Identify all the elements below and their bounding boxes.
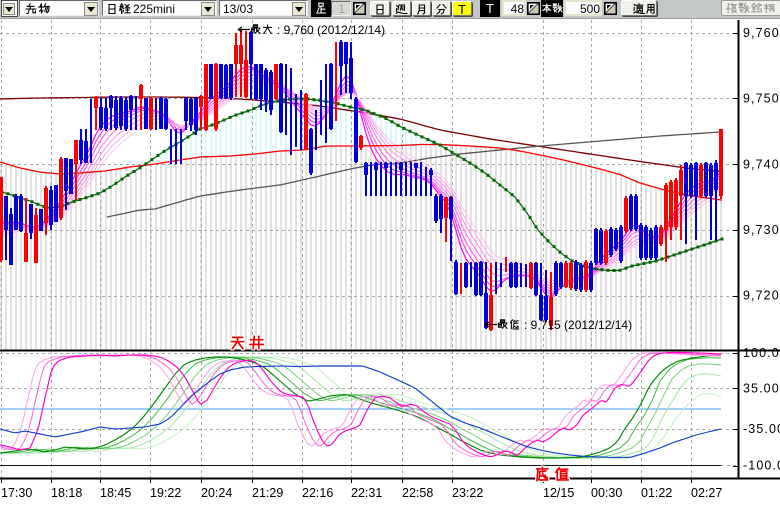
svg-text:02:27: 02:27 [691, 486, 722, 500]
svg-text:00:30: 00:30 [591, 486, 622, 500]
svg-text:20:24: 20:24 [201, 486, 232, 500]
svg-text:: 9,760 (2012/12/14): : 9,760 (2012/12/14) [277, 23, 385, 37]
svg-text:12/15: 12/15 [543, 486, 574, 500]
svg-text:9,750: 9,750 [743, 92, 780, 106]
svg-text:9,760: 9,760 [743, 26, 780, 40]
svg-text:9,720: 9,720 [743, 289, 780, 303]
svg-text:18:45: 18:45 [100, 486, 131, 500]
svg-text:13/03: 13/03 [223, 2, 253, 16]
svg-text:22:58: 22:58 [402, 486, 433, 500]
svg-text:9,740: 9,740 [743, 157, 780, 171]
svg-text:21:29: 21:29 [252, 486, 283, 500]
svg-text:01:22: 01:22 [641, 486, 672, 500]
svg-text:9,730: 9,730 [743, 223, 780, 237]
svg-text:1: 1 [338, 2, 345, 16]
svg-text:19:22: 19:22 [150, 486, 181, 500]
svg-text:22:16: 22:16 [302, 486, 333, 500]
svg-text:18:18: 18:18 [51, 486, 82, 500]
svg-text:: 9,715 (2012/12/14): : 9,715 (2012/12/14) [524, 318, 632, 332]
svg-text:35.00: 35.00 [743, 382, 780, 396]
svg-text:23:22: 23:22 [452, 486, 483, 500]
svg-text:225mini: 225mini [133, 2, 175, 16]
svg-text:17:30: 17:30 [1, 486, 32, 500]
svg-text:22:31: 22:31 [351, 486, 382, 500]
svg-text:-100.00: -100.00 [743, 459, 780, 473]
svg-text:-35.00: -35.00 [743, 422, 780, 436]
svg-text:100.00: 100.00 [743, 346, 780, 360]
